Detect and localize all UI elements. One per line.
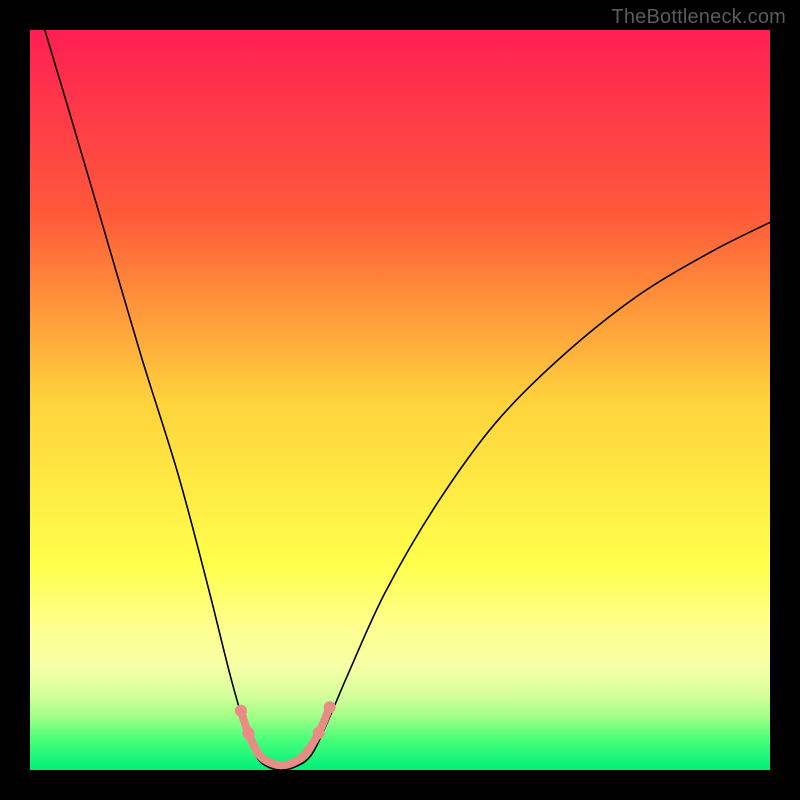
marker-point [235, 705, 247, 717]
plot-area [30, 30, 770, 770]
marker-point [313, 727, 325, 739]
series-bottleneck-curve [45, 30, 770, 770]
chart-frame: TheBottleneck.com [0, 0, 800, 800]
chart-svg [30, 30, 770, 770]
watermark-text: TheBottleneck.com [611, 6, 786, 29]
marker-point [324, 701, 336, 713]
marker-point [242, 727, 254, 739]
